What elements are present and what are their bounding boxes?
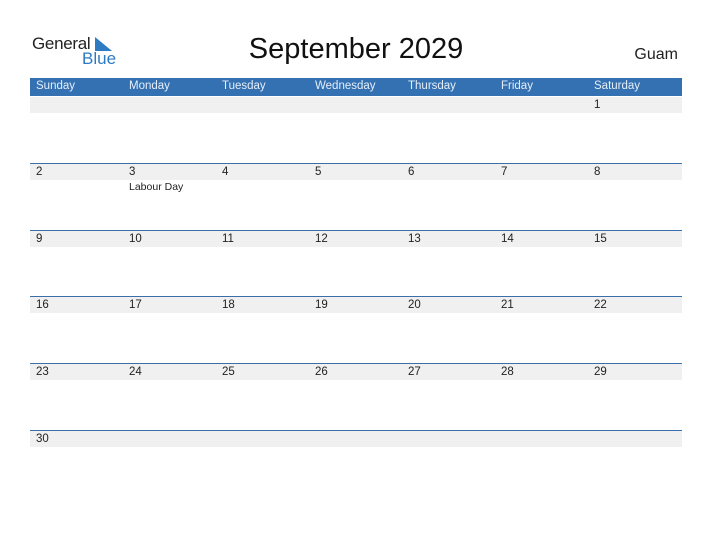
weekday-monday: Monday bbox=[129, 80, 170, 92]
weekday-sunday: Sunday bbox=[36, 80, 76, 92]
date-strip bbox=[30, 297, 682, 313]
date-strip bbox=[30, 364, 682, 380]
day-number: 28 bbox=[501, 366, 514, 378]
date-strip bbox=[30, 97, 682, 113]
day-number: 7 bbox=[501, 166, 508, 178]
week-row: 16 17 18 19 20 21 22 bbox=[30, 296, 682, 363]
week-row: 30 bbox=[30, 430, 682, 497]
weekday-wednesday: Wednesday bbox=[315, 80, 376, 92]
day-number: 26 bbox=[315, 366, 328, 378]
weekday-header: Sunday Monday Tuesday Wednesday Thursday Frid… bbox=[30, 78, 682, 96]
day-number: 22 bbox=[594, 299, 607, 311]
date-strip bbox=[30, 431, 682, 447]
week-row: 23 24 25 26 27 28 29 bbox=[30, 363, 682, 430]
week-row: 9 10 11 12 13 14 15 bbox=[30, 230, 682, 297]
day-number: 5 bbox=[315, 166, 322, 178]
day-number: 29 bbox=[594, 366, 607, 378]
day-number: 25 bbox=[222, 366, 235, 378]
day-number: 8 bbox=[594, 166, 601, 178]
date-strip bbox=[30, 231, 682, 247]
weekday-tuesday: Tuesday bbox=[222, 80, 266, 92]
day-number: 11 bbox=[222, 233, 234, 245]
day-number: 10 bbox=[129, 233, 142, 245]
day-number: 24 bbox=[129, 366, 142, 378]
day-number: 15 bbox=[594, 233, 607, 245]
day-number: 13 bbox=[408, 233, 421, 245]
holiday-event: Labour Day bbox=[129, 181, 184, 193]
day-number: 21 bbox=[501, 299, 514, 311]
day-number: 18 bbox=[222, 299, 235, 311]
day-number: 12 bbox=[315, 233, 328, 245]
day-number: 6 bbox=[408, 166, 415, 178]
calendar-title: September 2029 bbox=[248, 33, 464, 65]
date-strip bbox=[30, 164, 682, 180]
day-number: 1 bbox=[594, 99, 601, 111]
weekday-thursday: Thursday bbox=[408, 80, 456, 92]
day-number: 27 bbox=[408, 366, 421, 378]
weekday-friday: Friday bbox=[501, 80, 533, 92]
day-number: 4 bbox=[222, 166, 229, 178]
day-number: 9 bbox=[36, 233, 43, 245]
day-number: 16 bbox=[36, 299, 49, 311]
day-number: 30 bbox=[36, 433, 49, 445]
region-label: Guam bbox=[634, 46, 678, 63]
day-number: 14 bbox=[501, 233, 514, 245]
day-number: 19 bbox=[315, 299, 328, 311]
week-row: 1 bbox=[30, 97, 682, 163]
week-row: 2 3 4 5 6 7 8 Labour Day bbox=[30, 163, 682, 230]
weekday-saturday: Saturday bbox=[594, 80, 641, 92]
day-number: 3 bbox=[129, 166, 136, 178]
day-number: 20 bbox=[408, 299, 421, 311]
day-number: 17 bbox=[129, 299, 142, 311]
day-number: 23 bbox=[36, 366, 49, 378]
day-number: 2 bbox=[36, 166, 43, 178]
